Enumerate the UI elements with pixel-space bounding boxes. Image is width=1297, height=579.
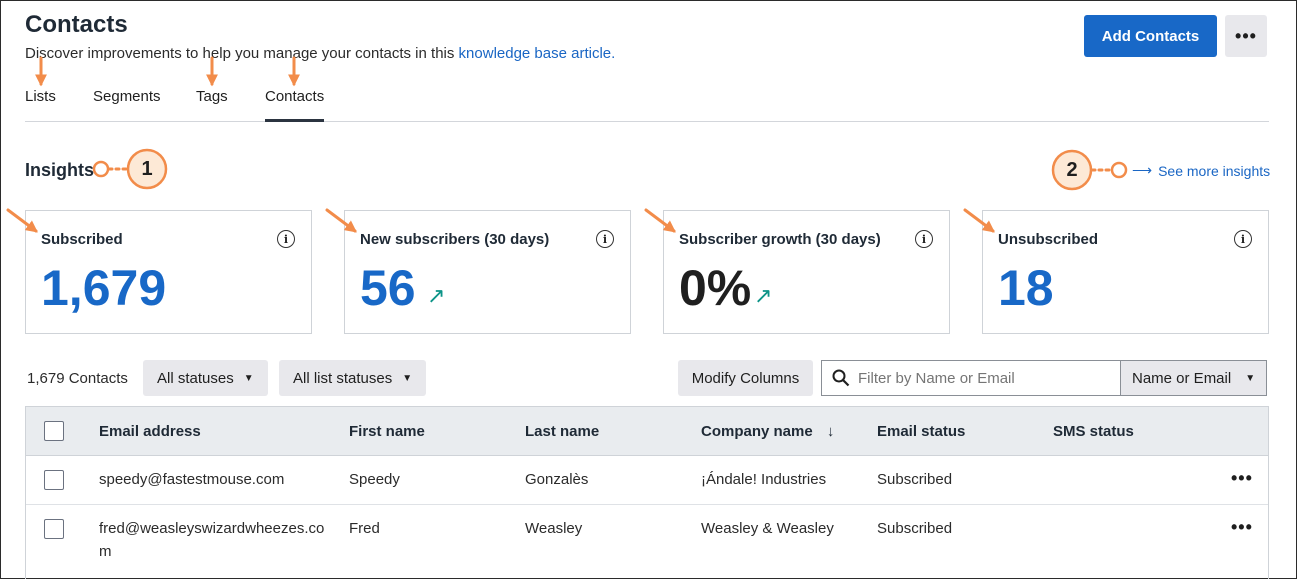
tab-bar: Lists Segments Tags Contacts [25,86,1269,122]
card-label: Subscribed [41,231,123,248]
tab-lists[interactable]: Lists [25,88,56,105]
search-scope-label: Name or Email [1132,369,1232,387]
list-status-filter-label: All list statuses [293,369,393,387]
annotation-number: 2 [1066,159,1078,181]
list-status-filter-dropdown[interactable]: All list statuses ▼ [279,360,427,396]
page-subtitle: Discover improvements to help you manage… [25,45,615,62]
status-filter-dropdown[interactable]: All statuses ▼ [143,360,268,396]
chevron-down-icon: ▼ [402,372,413,384]
subtitle-text: Discover improvements to help you manage… [25,45,459,62]
cell-last-name: Gonzalès [525,471,589,488]
cell-email: speedy@fastestmouse.com [99,471,285,488]
card-unsubscribed: Unsubscribed i 18 [982,210,1269,334]
cell-company: Weasley & Weasley [701,520,834,537]
info-icon[interactable]: i [596,230,614,248]
card-label: Subscriber growth (30 days) [679,231,881,248]
search-icon [832,369,850,387]
row-checkbox[interactable] [44,470,64,490]
trend-up-icon: ↗ [427,283,446,308]
row-actions-button[interactable]: ••• [1231,468,1253,489]
row-actions-button[interactable]: ••• [1231,517,1253,538]
cell-first-name: Fred [349,520,380,537]
card-value: 1,679 [41,260,167,316]
cell-email-status: Subscribed [877,471,953,488]
more-options-button[interactable]: ••• [1225,15,1267,57]
info-icon[interactable]: i [1234,230,1252,248]
status-filter-label: All statuses [157,369,234,387]
card-subscriber-growth: Subscriber growth (30 days) i 0% ↗ [663,210,950,334]
info-icon[interactable]: i [277,230,295,248]
cell-company: ¡Ándale! Industries [701,471,827,488]
column-company-name[interactable]: Company name ↓ [701,423,834,440]
chevron-down-icon: ▼ [1245,372,1256,384]
table-row[interactable]: fred@weasleyswizardwheezes.co m Fred Wea… [26,505,1268,579]
see-more-label: See more insights [1158,162,1271,179]
annotation-number: 1 [141,158,153,180]
cell-first-name: Speedy [349,471,400,488]
table-header: Email address First name Last name Compa… [26,407,1268,456]
column-email-status[interactable]: Email status [877,423,965,440]
sort-down-icon: ↓ [826,423,835,440]
cell-email: fred@weasleyswizardwheezes.co m [99,517,324,563]
column-label: Company name [701,423,813,440]
card-label: Unsubscribed [998,231,1099,248]
search-scope-dropdown[interactable]: Name or Email ▼ [1120,360,1267,396]
insights-heading: Insights [25,160,95,180]
email-line: fred@weasleyswizardwheezes.co [99,520,325,537]
card-subscribed: Subscribed i 1,679 [25,210,312,334]
contacts-table: Email address First name Last name Compa… [25,406,1269,579]
card-value: 0% [679,260,752,316]
arrow-right-icon: ⟶ [1132,162,1153,178]
card-value: 56 [360,260,416,316]
card-value: 18 [998,260,1054,316]
card-new-subscribers: New subscribers (30 days) i 56 ↗ [344,210,631,334]
search-box [821,360,1121,396]
trend-up-icon: ↗ [754,283,773,308]
page-title: Contacts [25,11,128,38]
info-icon[interactable]: i [915,230,933,248]
tab-segments[interactable]: Segments [93,88,161,105]
knowledge-base-link[interactable]: knowledge base article. [459,45,616,62]
search-input[interactable] [858,369,1108,387]
add-contacts-button[interactable]: Add Contacts [1084,15,1217,57]
column-email[interactable]: Email address [99,423,201,440]
contacts-count: 1,679 Contacts [27,370,128,387]
select-all-checkbox[interactable] [44,421,64,441]
column-last-name[interactable]: Last name [525,423,599,440]
column-first-name[interactable]: First name [349,423,425,440]
cell-email-status: Subscribed [877,520,953,537]
card-label: New subscribers (30 days) [360,231,550,248]
modify-columns-button[interactable]: Modify Columns [678,360,813,396]
see-more-insights-link[interactable]: ⟶ See more insights [1132,162,1270,179]
tab-tags[interactable]: Tags [196,88,228,105]
column-sms-status[interactable]: SMS status [1053,423,1134,440]
chevron-down-icon: ▼ [243,372,254,384]
row-checkbox[interactable] [44,519,64,539]
table-row[interactable]: speedy@fastestmouse.com Speedy Gonzalès … [26,456,1268,505]
email-line: m [99,543,112,560]
tab-contacts[interactable]: Contacts [265,88,325,122]
cell-last-name: Weasley [525,520,583,537]
